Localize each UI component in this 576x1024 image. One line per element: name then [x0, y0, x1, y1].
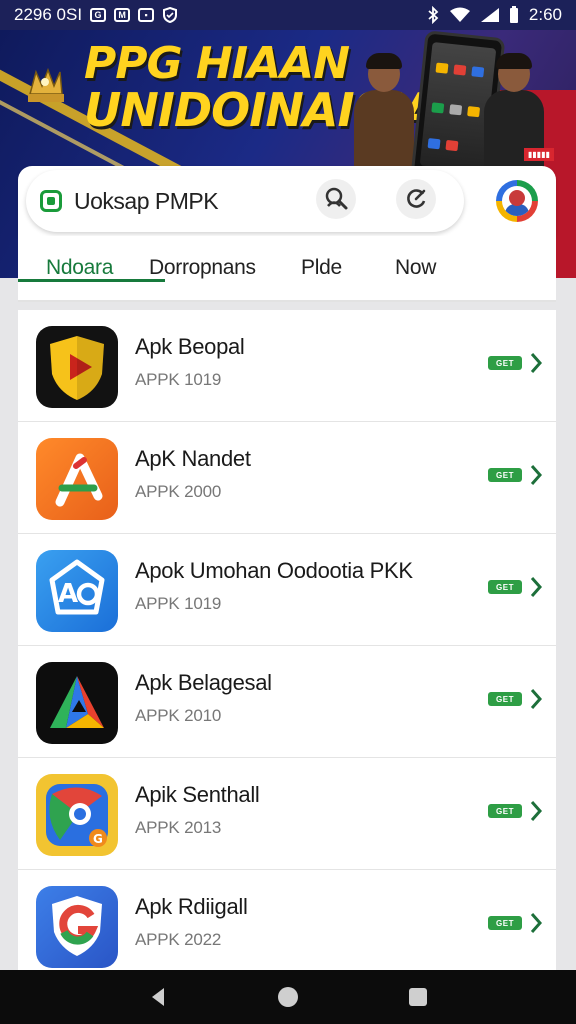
chevron-right-icon[interactable]: [528, 686, 544, 712]
svg-text:G: G: [93, 832, 103, 846]
notification-icon: G: [90, 8, 107, 22]
app-name: Apk Beopal: [135, 334, 245, 359]
category-tabs: Ndoara Dorropnans Plde Now: [17, 236, 556, 302]
app-subtitle: APPK 2022: [135, 930, 222, 949]
app-subtitle: APPK 2013: [135, 818, 222, 837]
app-name: Apk Belagesal: [135, 670, 272, 695]
tab-dorropnans[interactable]: Dorropnans: [149, 236, 256, 280]
voice-search-button[interactable]: [316, 179, 356, 219]
shield-icon: [163, 7, 178, 23]
status-bar: 2296 0SI G M ▪ 2:60: [0, 0, 576, 30]
back-icon[interactable]: [148, 986, 168, 1008]
person-image: [354, 53, 414, 170]
search-person-icon: [325, 187, 348, 210]
image-icon: ▪: [138, 8, 155, 22]
clock: 2:60: [528, 5, 562, 24]
signal-icon: [480, 8, 499, 22]
status-text: 2296 0SI: [14, 5, 83, 24]
app-list: Apk Beopal APPK 1019 GET ApK Nandet APPK…: [18, 310, 556, 970]
brand-logo-icon: [28, 67, 64, 102]
list-item[interactable]: Apk Rdiigall APPK 2022 GET: [18, 872, 556, 970]
svg-text:A: A: [58, 579, 78, 609]
get-badge[interactable]: GET: [488, 356, 522, 370]
app-name: Apk Rdiigall: [135, 894, 248, 919]
app-subtitle: APPK 2010: [135, 706, 222, 725]
get-badge[interactable]: GET: [488, 580, 522, 594]
wifi-icon: [449, 7, 470, 22]
recents-icon[interactable]: [408, 987, 428, 1007]
chevron-right-icon[interactable]: [528, 910, 544, 936]
app-subtitle: APPK 1019: [135, 370, 222, 389]
get-badge[interactable]: GET: [488, 468, 522, 482]
list-item[interactable]: G Apik Senthall APPK 2013 GET: [18, 760, 556, 870]
get-badge[interactable]: GET: [488, 692, 522, 706]
chevron-right-icon[interactable]: [528, 574, 544, 600]
refresh-button[interactable]: [396, 179, 436, 219]
app-name: ApK Nandet: [135, 446, 251, 471]
chevron-right-icon[interactable]: [528, 350, 544, 376]
app-name: Apok Umohan Oodootia PKK: [135, 558, 413, 583]
notification-icon: M: [114, 8, 131, 22]
list-item[interactable]: ApK Nandet APPK 2000 GET: [18, 424, 556, 534]
search-header: Uoksap PMPK: [18, 166, 556, 236]
play-store-icon: [40, 190, 62, 212]
shield-play-icon: [36, 326, 118, 408]
home-icon[interactable]: [276, 985, 300, 1009]
bluetooth-icon: [428, 6, 439, 24]
list-item[interactable]: Apk Belagesal APPK 2010 GET: [18, 648, 556, 758]
app-subtitle: APPK 2000: [135, 482, 222, 501]
get-badge[interactable]: GET: [488, 804, 522, 818]
refresh-icon: [407, 189, 426, 208]
banner-badge: ▮▮▮▮▮: [523, 148, 554, 161]
search-text: Uoksap PMPK: [74, 187, 219, 214]
get-badge[interactable]: GET: [488, 916, 522, 930]
g-shield-icon: [36, 886, 118, 968]
chrome-like-icon: G: [36, 774, 118, 856]
battery-icon: [509, 6, 518, 23]
profile-avatar-icon[interactable]: [496, 180, 538, 222]
tab-ndoara[interactable]: Ndoara: [17, 236, 166, 282]
tab-plde[interactable]: Plde: [301, 236, 342, 280]
system-nav-bar: [0, 970, 576, 1024]
triangle-logo-icon: [36, 438, 118, 520]
chevron-right-icon[interactable]: [528, 462, 544, 488]
list-item[interactable]: Apk Beopal APPK 1019 GET: [18, 312, 556, 422]
tab-now[interactable]: Now: [395, 236, 436, 280]
app-subtitle: APPK 1019: [135, 594, 222, 613]
prism-logo-icon: [36, 662, 118, 744]
chevron-right-icon[interactable]: [528, 798, 544, 824]
app-name: Apik Senthall: [135, 782, 260, 807]
list-item[interactable]: A Apok Umohan Oodootia PKK APPK 1019 GET: [18, 536, 556, 646]
ao-logo-icon: A: [36, 550, 118, 632]
